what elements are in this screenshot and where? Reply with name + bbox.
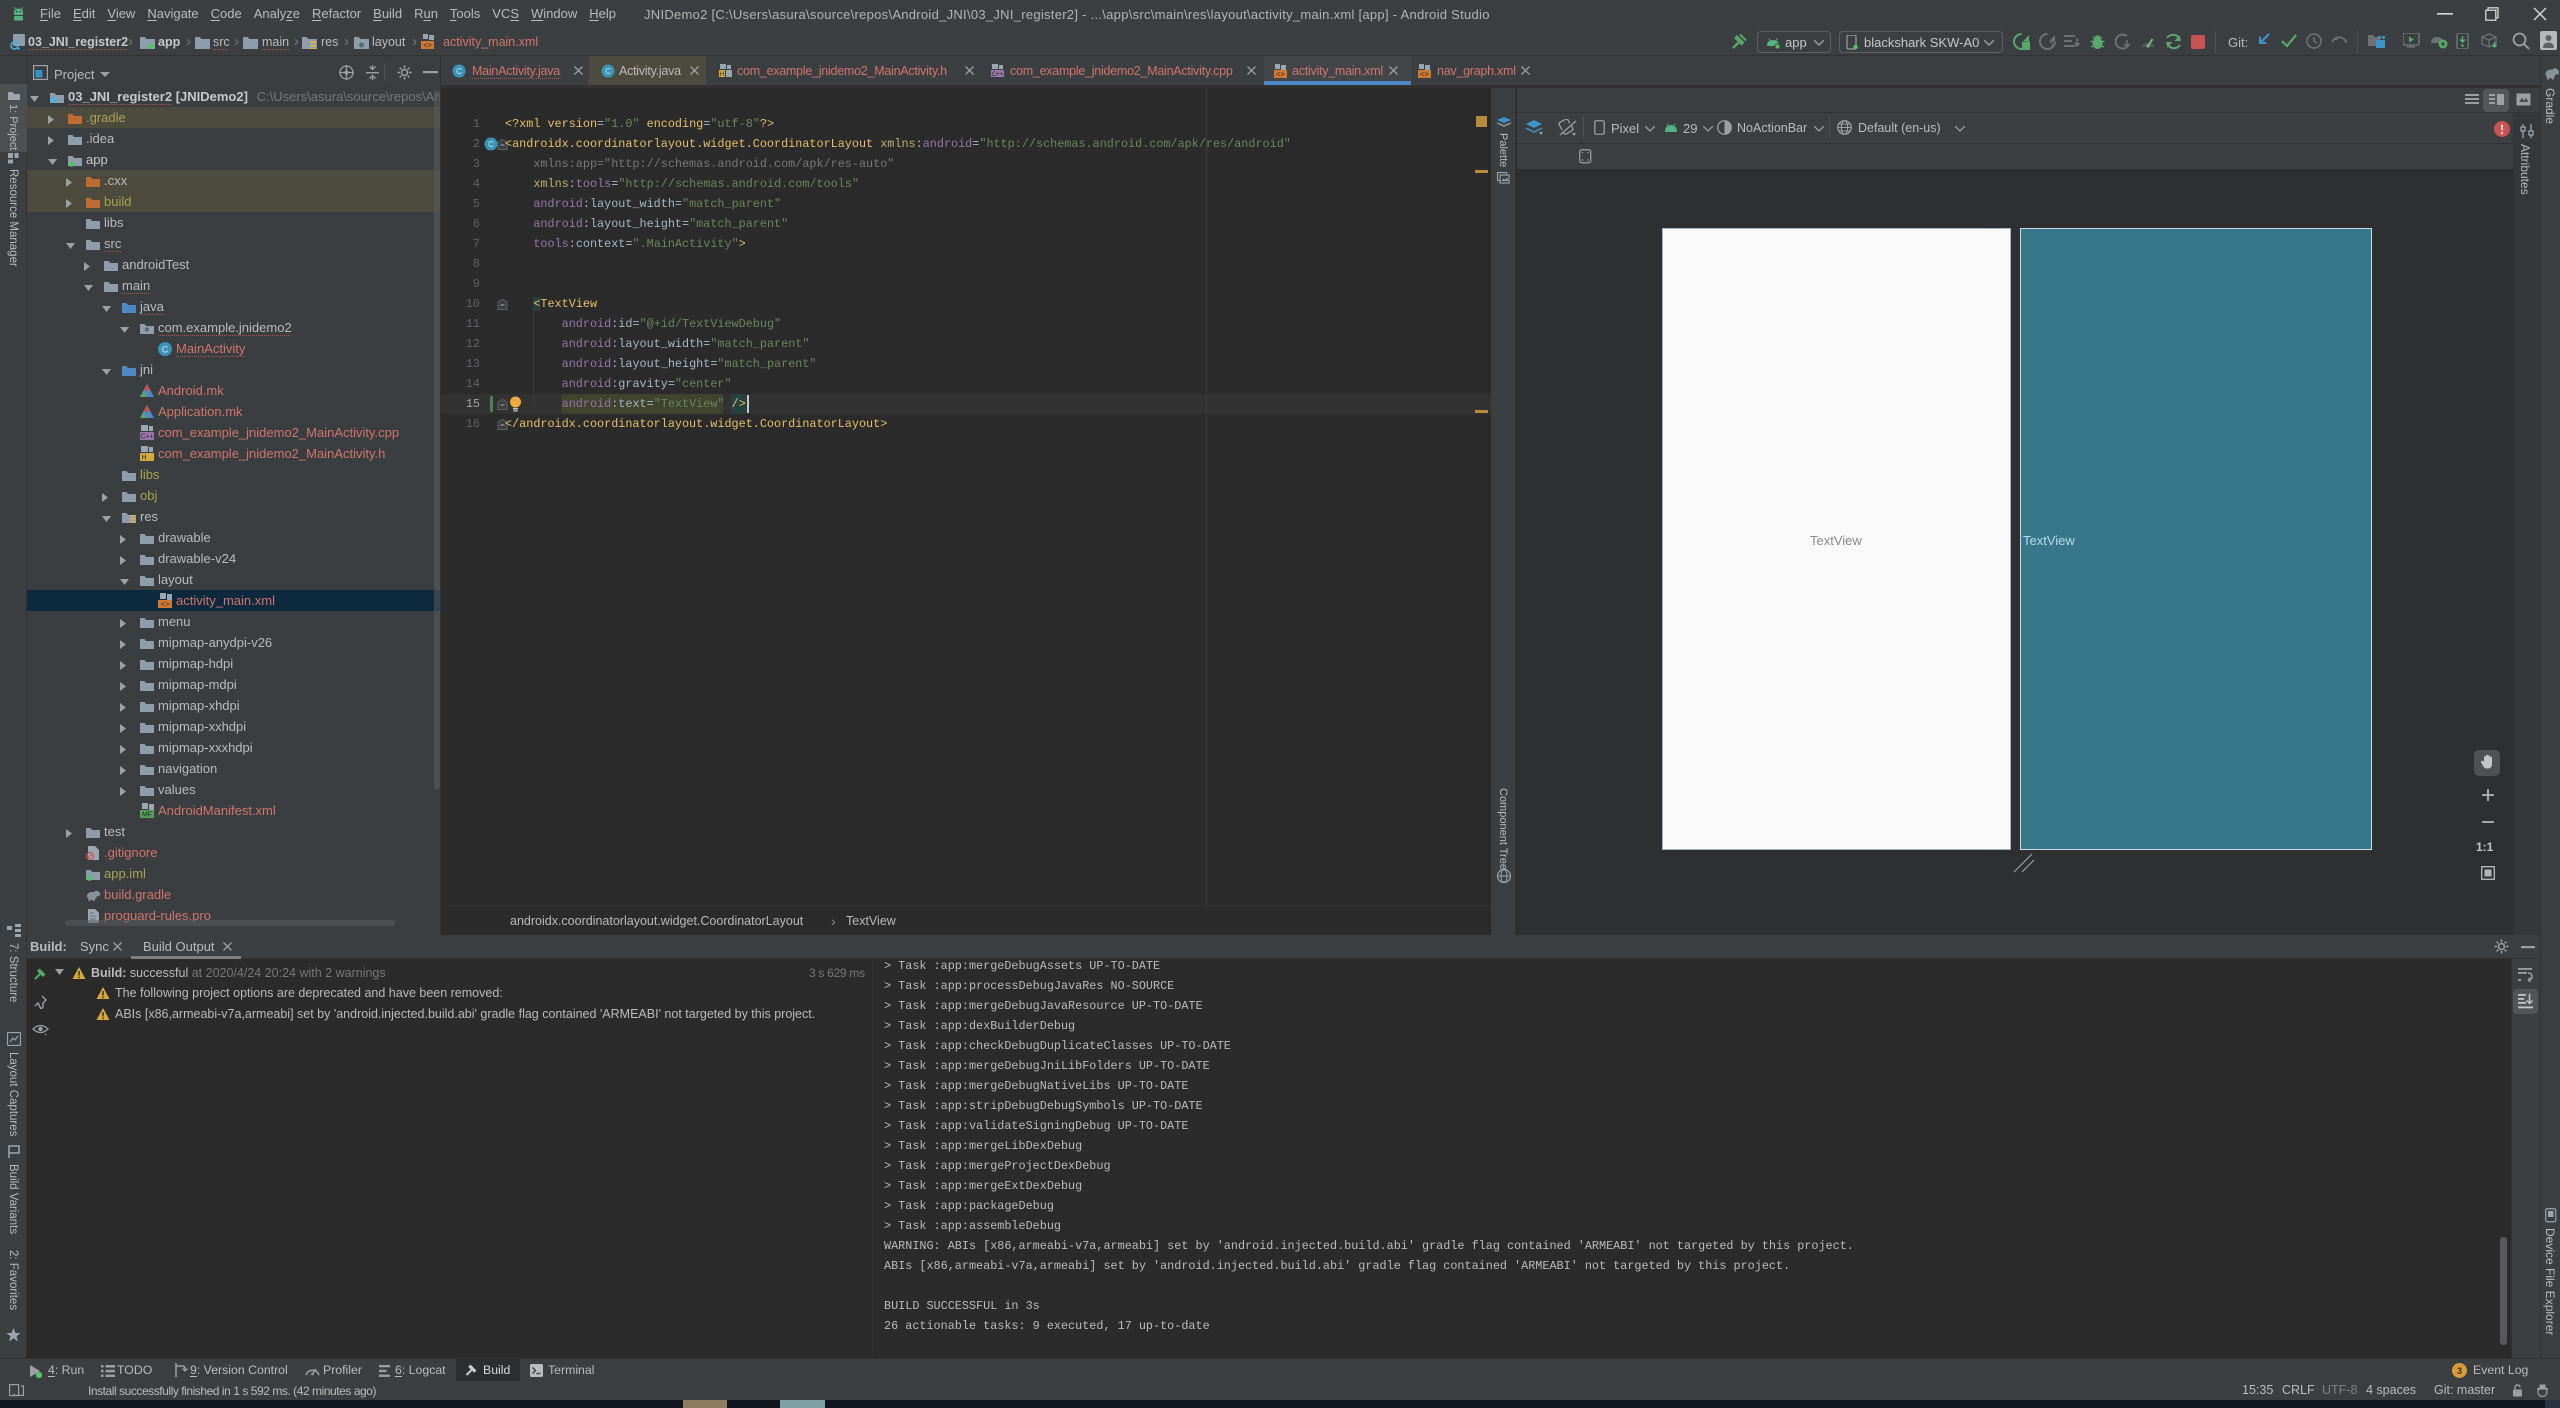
svg-text:C++: C++ bbox=[992, 72, 1004, 78]
svg-text:H: H bbox=[720, 72, 724, 78]
svg-text:<>: <> bbox=[160, 602, 170, 610]
svg-text:H: H bbox=[141, 455, 146, 462]
svg-text:C++: C++ bbox=[140, 434, 153, 441]
svg-text:C: C bbox=[456, 67, 462, 76]
svg-text:C: C bbox=[162, 345, 169, 355]
svg-text:<>: <> bbox=[423, 43, 431, 51]
svg-text:C: C bbox=[488, 140, 494, 149]
svg-text:C: C bbox=[605, 67, 611, 76]
svg-text:<>: <> bbox=[1276, 72, 1284, 80]
svg-text:3: 3 bbox=[2457, 1366, 2462, 1376]
svg-text:<>: <> bbox=[1420, 72, 1428, 80]
svg-text:MF: MF bbox=[142, 812, 152, 819]
